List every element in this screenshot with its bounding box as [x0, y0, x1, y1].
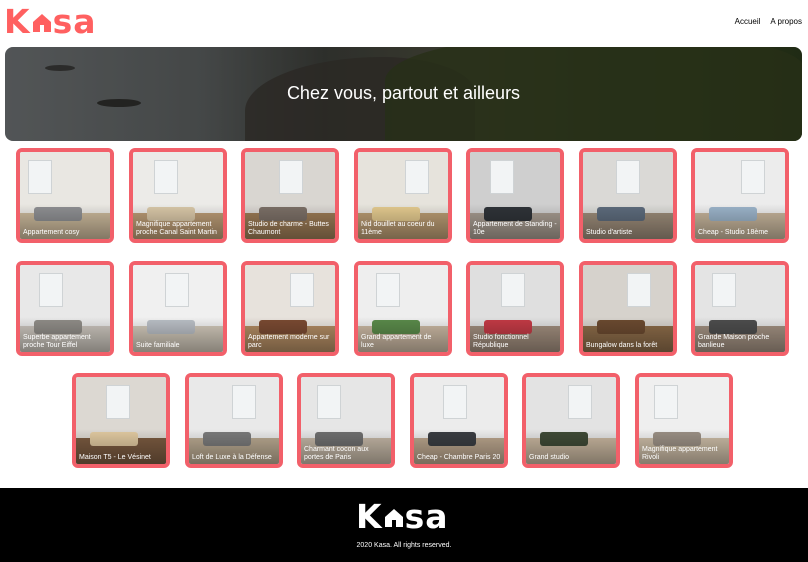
- photo-window: [39, 273, 63, 307]
- listing-card[interactable]: Loft de Luxe à la Défense: [185, 373, 283, 468]
- listing-photo: [133, 265, 223, 352]
- listing-photo: [76, 377, 166, 464]
- listing-card[interactable]: Magnifique appartement proche Canal Sain…: [129, 148, 227, 243]
- listing-card[interactable]: Charmant cocon aux portes de Paris: [297, 373, 395, 468]
- listing-card[interactable]: Studio fonctionnel République: [466, 261, 564, 356]
- photo-window: [232, 385, 256, 419]
- listing-title: Loft de Luxe à la Défense: [192, 454, 272, 461]
- listing-card[interactable]: Grand appartement de luxe: [354, 261, 452, 356]
- house-icon: [32, 14, 51, 32]
- listing-title: Superbe appartement proche Tour Eiffel: [23, 334, 91, 349]
- listing-card[interactable]: Studio de charme - Buttes Chaumont: [241, 148, 339, 243]
- listing-title: Nid douillet au coeur du 11ème: [361, 221, 435, 236]
- photo-window: [376, 273, 400, 307]
- photo-window: [165, 273, 189, 307]
- listing-photo: [583, 265, 673, 352]
- listing-card[interactable]: Appartement moderne sur parc: [241, 261, 339, 356]
- nav-about-link[interactable]: A propos: [770, 17, 802, 26]
- listing-title: Cheap - Chambre Paris 20: [417, 454, 501, 461]
- listing-photo: [526, 377, 616, 464]
- listing-photo: [414, 377, 504, 464]
- listing-title: Appartement moderne sur parc: [248, 334, 330, 349]
- listing-card[interactable]: Bungalow dans la forêt: [579, 261, 677, 356]
- listing-title: Charmant cocon aux portes de Paris: [304, 446, 369, 461]
- banner-title: Chez vous, partout et ailleurs: [286, 83, 521, 103]
- listing-card[interactable]: Superbe appartement proche Tour Eiffel: [16, 261, 114, 356]
- photo-window: [405, 160, 429, 194]
- listing-title: Studio d'artiste: [586, 229, 633, 236]
- listing-title: Grand appartement de luxe: [361, 334, 432, 349]
- listing-card[interactable]: Studio d'artiste: [579, 148, 677, 243]
- photo-window: [568, 385, 592, 419]
- photo-window: [443, 385, 467, 419]
- logo-letters-sa: sa: [52, 1, 97, 41]
- logo-letters-sa: sa: [404, 496, 449, 536]
- listing-title: Appartement cosy: [23, 229, 80, 236]
- photo-window: [317, 385, 341, 419]
- listing-photo: [20, 152, 110, 239]
- photo-window: [501, 273, 525, 307]
- listing-title: Magnifique appartement proche Canal Sain…: [136, 221, 217, 236]
- photo-window: [279, 160, 303, 194]
- listing-card[interactable]: Grand studio: [522, 373, 620, 468]
- listing-title: Studio fonctionnel République: [473, 334, 529, 349]
- photo-window: [106, 385, 130, 419]
- listing-card[interactable]: Cheap - Studio 18ème: [691, 148, 789, 243]
- footer-kasa-logo: K sa: [356, 496, 449, 536]
- listing-card[interactable]: Magnifique appartement Rivoli: [635, 373, 733, 468]
- photo-window: [154, 160, 178, 194]
- listing-title: Grande Maison proche banlieue: [698, 334, 770, 349]
- photo-window: [654, 385, 678, 419]
- house-icon: [384, 509, 403, 527]
- photo-window: [712, 273, 736, 307]
- listing-title: Maison T5 - Le Vésinet: [79, 454, 151, 461]
- listing-title: Suite familiale: [136, 342, 180, 349]
- footer-copyright: 2020 Kasa. All rights reserved.: [356, 542, 452, 549]
- photo-window: [627, 273, 651, 307]
- main-nav: Accueil A propos: [735, 17, 802, 26]
- photo-window: [616, 160, 640, 194]
- listing-title: Appartement de Standing - 10e: [473, 221, 557, 236]
- listing-card[interactable]: Grande Maison proche banlieue: [691, 261, 789, 356]
- nav-home-link[interactable]: Accueil: [735, 17, 761, 26]
- listing-card[interactable]: Suite familiale: [129, 261, 227, 356]
- kasa-logo[interactable]: K sa: [4, 1, 97, 41]
- photo-window: [290, 273, 314, 307]
- listing-title: Cheap - Studio 18ème: [698, 229, 769, 236]
- listing-card[interactable]: Maison T5 - Le Vésinet: [72, 373, 170, 468]
- listing-card[interactable]: Appartement de Standing - 10e: [466, 148, 564, 243]
- listing-photo: [189, 377, 279, 464]
- listing-title: Studio de charme - Buttes Chaumont: [248, 221, 329, 236]
- photo-window: [28, 160, 52, 194]
- logo-letter-k: K: [356, 496, 383, 536]
- listing-photo: [695, 152, 785, 239]
- photo-window: [490, 160, 514, 194]
- logo-letter-k: K: [4, 1, 31, 41]
- listing-card[interactable]: Cheap - Chambre Paris 20: [410, 373, 508, 468]
- listing-title: Bungalow dans la forêt: [586, 342, 658, 349]
- listing-title: Grand studio: [529, 454, 570, 461]
- photo-window: [741, 160, 765, 194]
- hero-banner: Chez vous, partout et ailleurs: [5, 47, 802, 141]
- listing-card[interactable]: Nid douillet au coeur du 11ème: [354, 148, 452, 243]
- listing-card[interactable]: Appartement cosy: [16, 148, 114, 243]
- listing-title: Magnifique appartement Rivoli: [642, 446, 718, 461]
- listing-photo: [583, 152, 673, 239]
